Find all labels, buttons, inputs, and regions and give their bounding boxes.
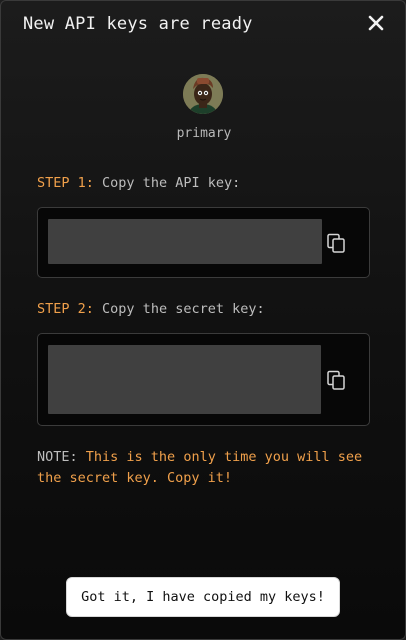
copy-icon[interactable] xyxy=(325,232,347,254)
step-2-number: STEP 2: xyxy=(37,301,94,317)
note-prefix: NOTE: xyxy=(37,449,78,465)
step-1-text: Copy the API key: xyxy=(102,175,241,191)
note-warning: This is the only time you will see the s… xyxy=(37,449,363,486)
account-name: primary xyxy=(176,126,232,141)
api-keys-dialog: New API keys are ready primary STEP 1: C… xyxy=(0,0,406,640)
close-icon[interactable] xyxy=(367,14,385,32)
confirm-copied-button[interactable]: Got it, I have copied my keys! xyxy=(66,577,340,617)
copy-icon[interactable] xyxy=(325,369,347,391)
secret-key-field[interactable] xyxy=(48,345,321,414)
secret-key-box xyxy=(37,333,370,426)
avatar xyxy=(183,74,223,114)
api-key-field[interactable] xyxy=(48,219,322,264)
step-2-label: STEP 2: Copy the secret key: xyxy=(37,301,265,317)
step-2-text: Copy the secret key: xyxy=(102,301,265,317)
step-1-label: STEP 1: Copy the API key: xyxy=(37,175,240,191)
api-key-box xyxy=(37,207,370,278)
step-1-number: STEP 1: xyxy=(37,175,94,191)
dialog-title: New API keys are ready xyxy=(23,14,253,34)
note: NOTE: This is the only time you will see… xyxy=(37,447,382,489)
